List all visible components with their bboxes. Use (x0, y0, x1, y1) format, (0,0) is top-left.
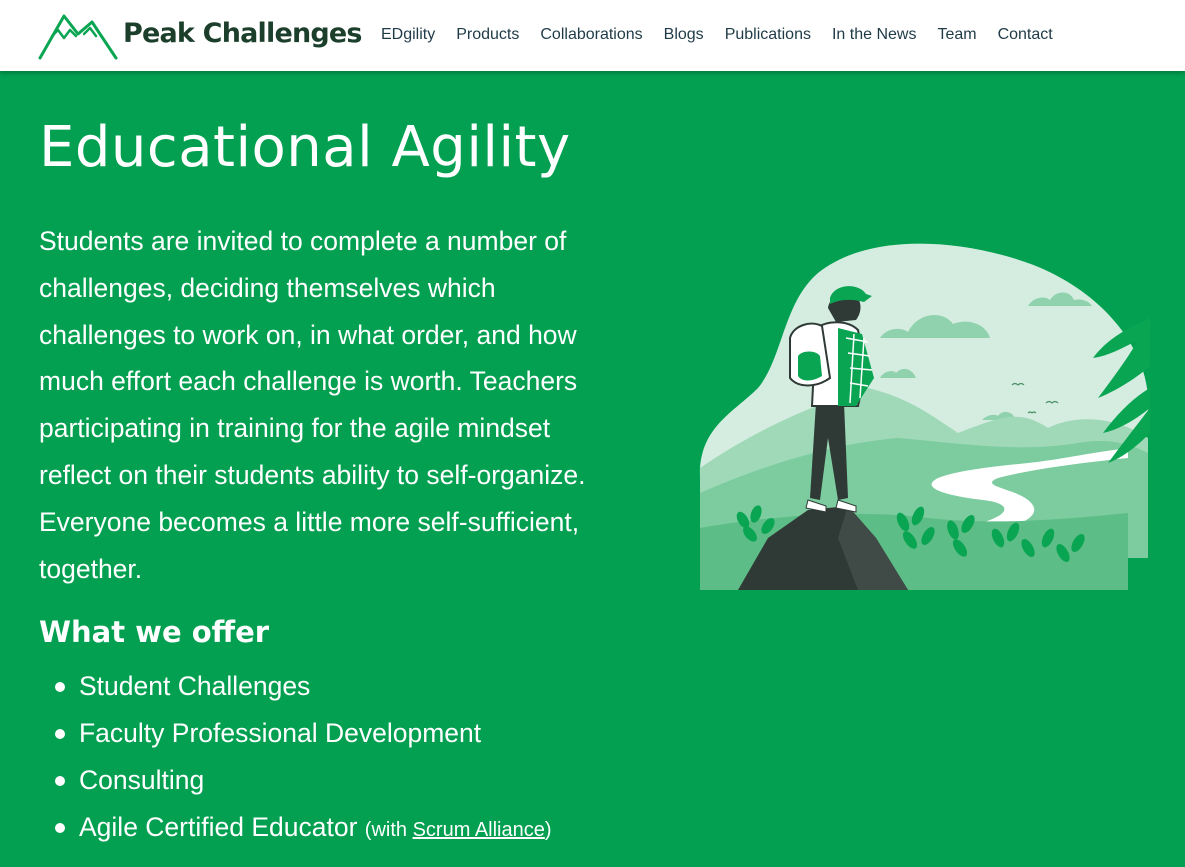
nav-item-publications[interactable]: Publications (725, 24, 811, 46)
list-item-consulting: Consulting (39, 757, 552, 804)
main-nav: EDgility Products Collaborations Blogs P… (381, 24, 1074, 46)
page-title: Educational Agility (39, 115, 571, 180)
nav-item-products[interactable]: Products (456, 24, 519, 46)
hiker-on-mountain-illustration (698, 238, 1150, 599)
brand-name[interactable]: Peak Challenges (123, 16, 362, 52)
offer-list: Student Challenges Faculty Professional … (39, 663, 552, 851)
site-header: Peak Challenges EDgility Products Collab… (0, 0, 1185, 71)
nav-item-edgility[interactable]: EDgility (381, 24, 435, 46)
nav-item-contact[interactable]: Contact (998, 24, 1053, 46)
nav-item-blogs[interactable]: Blogs (664, 24, 704, 46)
scrum-alliance-suffix: ) (544, 819, 552, 841)
offer-heading: What we offer (39, 615, 270, 649)
nav-item-in-the-news[interactable]: In the News (832, 24, 916, 46)
list-item-agile-certified-educator: Agile Certified Educator (with Scrum All… (39, 804, 552, 851)
nav-item-team[interactable]: Team (937, 24, 976, 46)
list-item-student-challenges: Student Challenges (39, 663, 552, 710)
agile-certified-educator-label: Agile Certified Educator (79, 812, 358, 842)
nav-item-collaborations[interactable]: Collaborations (540, 24, 642, 46)
scrum-alliance-prefix: (with (364, 819, 413, 841)
mountain-logo-icon[interactable] (38, 12, 118, 60)
intro-paragraph: Students are invited to complete a numbe… (39, 226, 586, 584)
list-item-faculty-development: Faculty Professional Development (39, 710, 552, 757)
scrum-alliance-link[interactable]: Scrum Alliance (413, 819, 545, 841)
